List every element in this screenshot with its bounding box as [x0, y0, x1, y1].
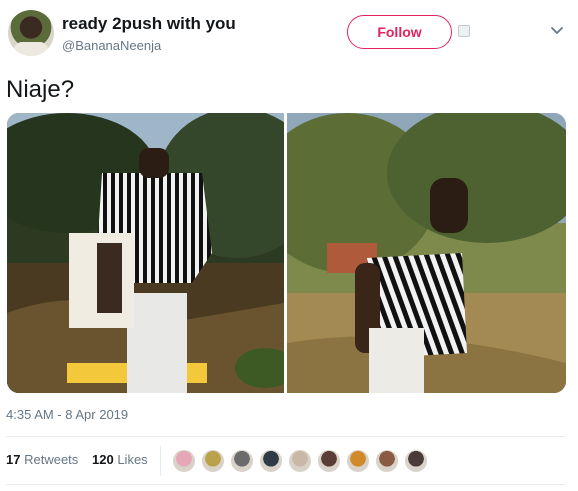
media-icon	[458, 25, 470, 37]
retweets-count: 17	[6, 452, 21, 467]
tweet-timestamp[interactable]: 4:35 AM - 8 Apr 2019	[6, 407, 128, 422]
likes-label: Likes	[117, 452, 148, 467]
likes-count: 120	[92, 452, 114, 467]
likes-stat[interactable]: 120 Likes	[92, 452, 148, 467]
avatar[interactable]	[8, 10, 54, 56]
liker-avatar[interactable]	[230, 449, 254, 473]
tweet-media[interactable]	[7, 113, 566, 393]
liker-avatar[interactable]	[288, 449, 312, 473]
liker-avatar[interactable]	[259, 449, 283, 473]
stats-separator	[160, 446, 161, 476]
liker-avatar[interactable]	[317, 449, 341, 473]
liker-avatar[interactable]	[404, 449, 428, 473]
photo-right[interactable]	[287, 113, 566, 393]
follow-button[interactable]: Follow	[347, 15, 452, 49]
retweets-label: Retweets	[24, 452, 79, 467]
divider-top	[6, 436, 566, 437]
liker-avatar[interactable]	[375, 449, 399, 473]
liker-avatar[interactable]	[201, 449, 225, 473]
retweets-stat[interactable]: 17 Retweets	[6, 452, 78, 467]
liker-avatar[interactable]	[172, 449, 196, 473]
liker-avatar[interactable]	[346, 449, 370, 473]
user-handle[interactable]: @BananaNeenja	[62, 38, 161, 53]
divider-bottom	[6, 484, 566, 485]
tweet-header: ready 2push with you @BananaNeenja Follo…	[0, 0, 578, 66]
display-name[interactable]: ready 2push with you	[62, 14, 236, 34]
chevron-down-icon[interactable]	[548, 22, 566, 40]
photo-left[interactable]	[7, 113, 284, 393]
tweet-text: Niaje?	[6, 76, 75, 103]
